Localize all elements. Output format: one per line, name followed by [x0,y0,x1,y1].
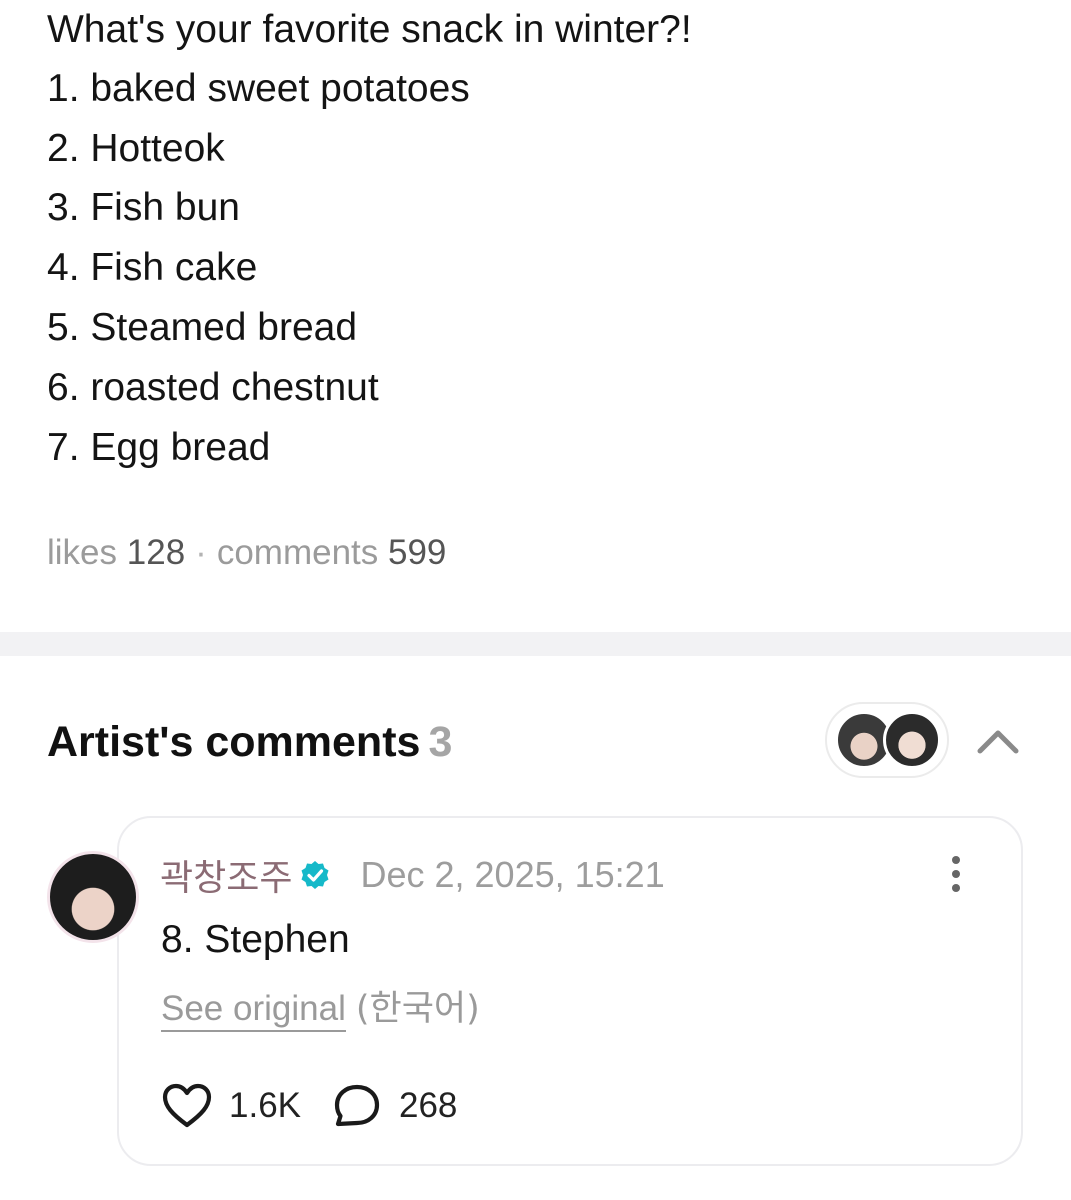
comment-timestamp: Dec 2, 2025, 15:21 [360,854,665,895]
post-content: What's your favorite snack in winter?! 1… [0,0,1071,632]
post-list-item: 1. baked sweet potatoes [47,67,470,110]
reply-button[interactable] [331,1081,383,1131]
comment-author[interactable]: 곽창조주 [160,849,292,901]
commenter-avatar[interactable] [47,851,139,943]
collapse-button[interactable] [970,716,1026,764]
post-list-item: 6. roasted chestnut [47,366,379,409]
section-divider [0,632,1071,656]
chevron-up-icon [977,730,1019,754]
artist-avatar [883,711,941,769]
post-list-item: 5. Steamed bread [47,306,358,349]
reply-count: 268 [399,1086,458,1125]
comment-header: 곽창조주 Dec 2, 2025, 15:21 [160,851,665,899]
original-language: (한국어) [355,989,480,1029]
verified-badge-icon [300,860,330,890]
comment-body: 8. Stephen [161,918,350,961]
post-stats: likes 128 · comments 599 [47,530,446,576]
likes-count: 128 [126,533,186,572]
post-question: What's your favorite snack in winter?! [47,8,692,51]
more-options-button[interactable] [940,852,972,896]
likes-label: likes [47,533,118,572]
like-button[interactable] [161,1081,213,1131]
post-list-item: 3. Fish bun [47,186,240,229]
comments-label[interactable]: comments [217,533,378,572]
post-list-item: 4. Fish cake [47,246,258,289]
comments-count[interactable]: 599 [388,533,446,572]
post-list-item: 7. Egg bread [47,426,271,469]
artist-comments-title: Artist's comments [47,718,421,766]
comment-bubble-icon [334,1084,380,1127]
stats-separator: · [195,533,207,572]
post-list-item: 2. Hotteok [47,127,225,170]
comment-actions: 1.6K 268 [161,1081,457,1131]
heart-icon [162,1083,212,1128]
see-original-link[interactable]: See original [161,989,346,1032]
translation-note: See original (한국어) [161,986,480,1032]
like-count: 1.6K [229,1086,301,1125]
artist-comments-heading: Artist's comments 3 [47,716,452,768]
artist-comments-count: 3 [428,718,453,766]
more-vertical-icon [952,856,960,864]
artist-avatar-stack[interactable] [825,702,949,778]
artist-comments-section: Artist's comments 3 곽창조주 Dec 2, 2025, 15:… [0,656,1071,1200]
